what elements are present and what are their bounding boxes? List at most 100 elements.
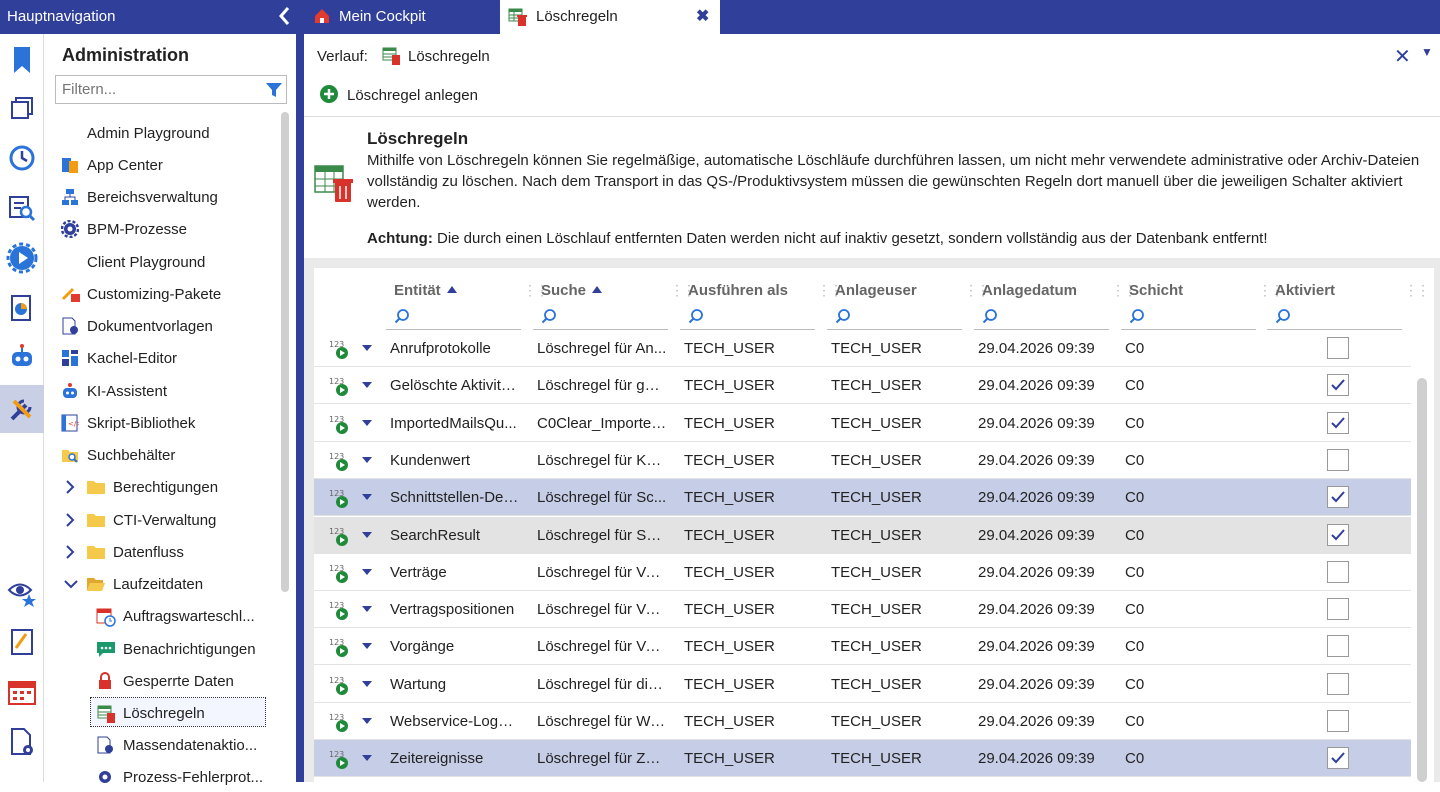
- nav-folder-berechtigungen[interactable]: Berechtigungen: [66, 472, 306, 502]
- activated-checkbox[interactable]: [1327, 635, 1349, 658]
- column-header-schicht[interactable]: Schicht ⋮⋮: [1121, 274, 1284, 330]
- table-row[interactable]: 123 Vertragspositionen Löschregel für Ver.…: [314, 591, 1411, 629]
- nav-item-kachel-editor[interactable]: Kachel-Editor: [60, 343, 280, 373]
- column-filter-input[interactable]: [1267, 302, 1402, 330]
- activated-checkbox[interactable]: [1327, 598, 1349, 621]
- tools-icon[interactable]: [0, 385, 44, 433]
- nav-item-client-playground[interactable]: Client Playground: [60, 247, 280, 277]
- close-tab-icon[interactable]: ✖: [696, 6, 709, 26]
- column-filter-input[interactable]: [1121, 302, 1256, 330]
- run-rule-icon[interactable]: 123: [328, 748, 350, 774]
- column-filter-input[interactable]: [827, 302, 962, 330]
- add-deletion-rule-button[interactable]: Löschregel anlegen: [319, 84, 478, 106]
- row-menu-caret-icon[interactable]: [362, 345, 372, 351]
- run-rule-icon[interactable]: 123: [328, 674, 350, 700]
- row-menu-caret-icon[interactable]: [362, 456, 372, 463]
- run-rule-icon[interactable]: 123: [328, 711, 350, 737]
- watch-star-icon[interactable]: [0, 568, 44, 616]
- activated-checkbox[interactable]: [1327, 672, 1349, 695]
- column-filter-input[interactable]: [386, 302, 521, 330]
- sort-ascending-icon[interactable]: [446, 286, 457, 293]
- column-filter-input[interactable]: [533, 302, 668, 330]
- column-header-aktiviert[interactable]: Aktiviert ⋮⋮: [1267, 274, 1430, 330]
- activated-checkbox[interactable]: [1327, 560, 1349, 583]
- row-menu-caret-icon[interactable]: [362, 680, 372, 687]
- nav-item-bpm-prozesse[interactable]: BPM-Prozesse: [60, 214, 280, 244]
- document-settings-icon[interactable]: [0, 718, 44, 766]
- row-menu-caret-icon[interactable]: [362, 643, 372, 650]
- run-rule-icon[interactable]: 123: [328, 450, 350, 476]
- run-rule-icon[interactable]: 123: [328, 636, 350, 662]
- chevron-right-icon[interactable]: [64, 545, 76, 559]
- chevron-right-icon[interactable]: [64, 513, 76, 527]
- run-rule-icon[interactable]: 123: [328, 525, 350, 551]
- activated-checkbox[interactable]: [1327, 523, 1349, 546]
- column-header-suche[interactable]: Suche ⋮⋮: [533, 274, 696, 330]
- nav-item-loeschregeln[interactable]: Löschregeln: [90, 697, 266, 727]
- run-rule-icon[interactable]: 123: [328, 413, 350, 439]
- robot-icon[interactable]: [0, 334, 44, 382]
- table-row[interactable]: 123 Gelöschte Aktivitä... Löschregel für g…: [314, 367, 1411, 405]
- report-icon[interactable]: [0, 284, 44, 332]
- chevron-down-icon[interactable]: [64, 577, 78, 591]
- nav-item-skript-bibliothek[interactable]: </> Skript-Bibliothek: [60, 408, 280, 438]
- column-header-entitaet[interactable]: Entität ⋮⋮: [386, 274, 549, 330]
- nav-item-app-center[interactable]: App Center: [60, 150, 280, 180]
- run-rule-icon[interactable]: 123: [328, 338, 350, 364]
- filter-input[interactable]: [62, 81, 252, 98]
- run-rule-icon[interactable]: 123: [328, 375, 350, 401]
- table-row[interactable]: 123 ImportedMailsQu... C0Clear_Imported...…: [314, 405, 1411, 442]
- column-resize-grip-icon[interactable]: ⋮⋮: [1404, 282, 1430, 299]
- activated-checkbox[interactable]: [1327, 337, 1349, 359]
- nav-item-dokumentvorlagen[interactable]: Dokumentvorlagen: [60, 311, 280, 341]
- row-menu-caret-icon[interactable]: [362, 568, 372, 575]
- run-rule-icon[interactable]: 123: [328, 599, 350, 625]
- row-menu-caret-icon[interactable]: [362, 531, 372, 538]
- table-row[interactable]: 123 Wartung Löschregel für die... TECH_USER…: [314, 666, 1411, 703]
- activated-checkbox[interactable]: [1327, 747, 1349, 770]
- history-item-link[interactable]: Löschregeln: [408, 48, 490, 65]
- calendar-icon[interactable]: [0, 668, 44, 716]
- run-rule-icon[interactable]: 123: [328, 487, 350, 513]
- activated-checkbox[interactable]: [1327, 486, 1349, 509]
- table-row[interactable]: 123 Zeitereignisse Löschregel für Zei... TE…: [314, 740, 1411, 778]
- nav-item-ki-assistent[interactable]: KI-Assistent: [60, 376, 280, 406]
- search-list-icon[interactable]: [0, 184, 44, 232]
- tab-loeschregeln[interactable]: Löschregeln ✖: [500, 0, 720, 34]
- row-menu-caret-icon[interactable]: [362, 382, 372, 389]
- run-rule-icon[interactable]: 123: [328, 562, 350, 588]
- row-menu-caret-icon[interactable]: [362, 718, 372, 724]
- chevron-down-icon[interactable]: ▼: [1421, 45, 1433, 59]
- column-filter-input[interactable]: [680, 302, 815, 330]
- column-header-ausfuehren-als[interactable]: Ausführen als ⋮⋮: [680, 274, 843, 330]
- table-row[interactable]: 123 Kundenwert Löschregel für Ku... TECH_US…: [314, 442, 1411, 479]
- table-row[interactable]: 123 Verträge Löschregel für Ver... TECH_USE…: [314, 554, 1411, 591]
- grid-scrollbar[interactable]: [1417, 378, 1427, 782]
- nav-scrollbar[interactable]: [281, 112, 289, 592]
- tab-mein-cockpit[interactable]: Mein Cockpit: [305, 0, 498, 34]
- process-gear-icon[interactable]: [0, 234, 44, 282]
- row-menu-caret-icon[interactable]: [362, 494, 372, 501]
- nav-item-customizing-pakete[interactable]: Customizing-Pakete: [60, 279, 280, 309]
- notes-icon[interactable]: [0, 618, 44, 666]
- activated-checkbox[interactable]: [1327, 448, 1349, 471]
- filter-funnel-icon[interactable]: [265, 81, 283, 103]
- activated-checkbox[interactable]: [1327, 710, 1349, 732]
- history-icon[interactable]: [0, 134, 44, 182]
- nav-folder-cti-verwaltung[interactable]: CTI-Verwaltung: [66, 505, 306, 535]
- row-menu-caret-icon[interactable]: [362, 755, 372, 762]
- table-row[interactable]: 123 Webservice-Loggi... Löschregel für We.…: [314, 703, 1411, 740]
- table-row[interactable]: 123 Vorgänge Löschregel für Vor... TECH_USE…: [314, 628, 1411, 666]
- nav-folder-laufzeitdaten[interactable]: Laufzeitdaten: [64, 569, 306, 599]
- sort-ascending-icon[interactable]: [592, 286, 603, 293]
- panel-divider[interactable]: [296, 34, 304, 782]
- close-icon[interactable]: ✕: [1394, 44, 1411, 69]
- nav-folder-datenfluss[interactable]: Datenfluss: [66, 537, 306, 567]
- activated-checkbox[interactable]: [1327, 411, 1349, 434]
- column-header-anlagedatum[interactable]: Anlagedatum ⋮⋮: [974, 274, 1137, 330]
- nav-item-massendatenaktionen[interactable]: Massendatenaktio...: [96, 730, 316, 760]
- nav-item-bereichsverwaltung[interactable]: Bereichsverwaltung: [60, 182, 280, 212]
- nav-item-suchbehaelter[interactable]: Suchbehälter: [60, 440, 280, 470]
- windows-icon[interactable]: [0, 85, 44, 133]
- nav-item-gesperrte-daten[interactable]: Gesperrte Daten: [96, 666, 316, 696]
